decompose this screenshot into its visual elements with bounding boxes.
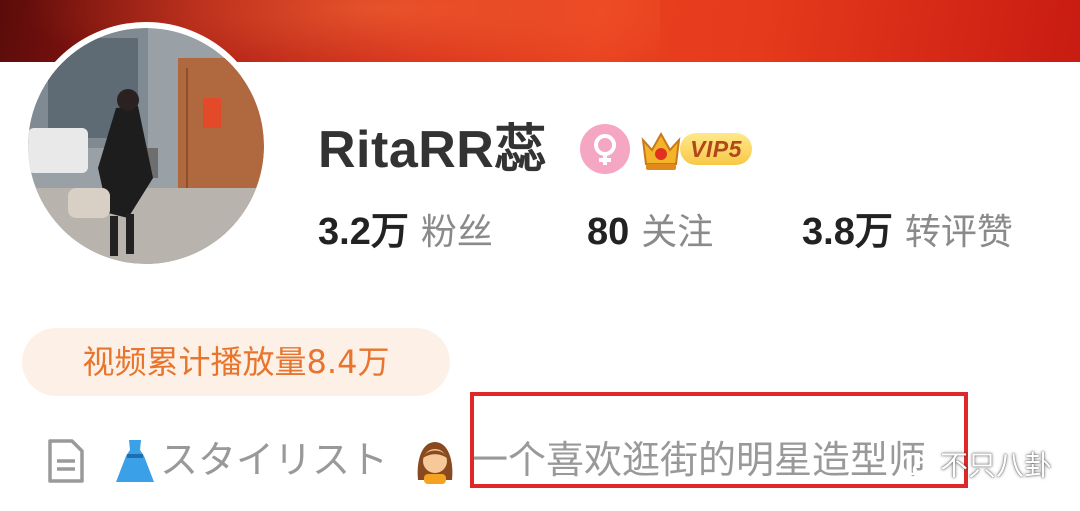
username: RitaRR蕊 [318,121,547,179]
dress-icon [116,440,154,482]
followers-count: 3.2万 [318,211,409,253]
avatar[interactable] [22,22,270,270]
crown-icon [641,131,681,170]
likes-stat[interactable]: 3.8万 转评赞 [802,204,1013,260]
likes-count: 3.8万 [802,211,893,253]
wechat-logo-icon [900,452,936,480]
highlight-annotation-box [470,392,968,488]
following-count: 80 [587,211,630,253]
document-icon [48,439,84,483]
following-label: 关注 [641,212,714,253]
following-stat[interactable]: 80 关注 [587,204,713,260]
followers-stat[interactable]: 3.2万 粉丝 [318,204,493,260]
watermark: 不只八卦 [900,446,1052,486]
female-icon [580,124,630,174]
vip-label: VIP5 [680,133,752,165]
bio-stylist-text: スタイリスト [160,438,389,482]
followers-label: 粉丝 [420,212,493,253]
likes-label: 转评赞 [904,212,1013,253]
video-play-count-badge[interactable]: 视频累计播放量8.4万 [22,328,450,396]
watermark-text: 不只八卦 [940,449,1053,482]
woman-emoji-icon [417,442,453,484]
vip-badge[interactable]: VIP5 [638,124,754,174]
